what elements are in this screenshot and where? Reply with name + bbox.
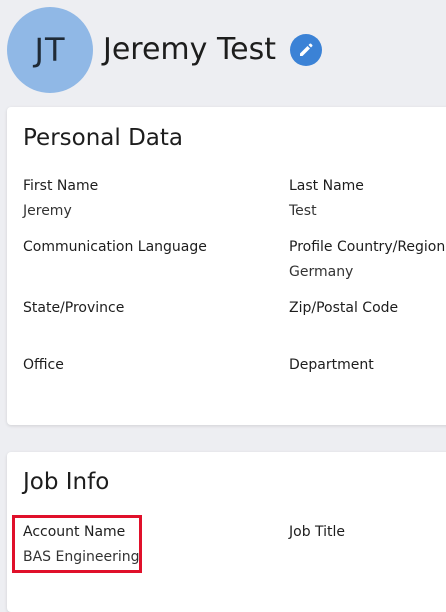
department-label: Department: [289, 357, 374, 373]
last-name-label: Last Name: [289, 178, 364, 194]
zip-postal-code-label: Zip/Postal Code: [289, 300, 399, 316]
avatar: JT: [7, 7, 93, 93]
job-title-label: Job Title: [289, 524, 346, 540]
state-province-label: State/Province: [23, 300, 125, 316]
job-info-card: Job Info Account Name BAS Engineering Jo…: [7, 452, 446, 612]
profile-country-label: Profile Country/Region: [289, 239, 446, 255]
account-name-label: Account Name: [23, 524, 126, 540]
first-name-value: Jeremy: [23, 203, 72, 219]
personal-data-title: Personal Data: [23, 125, 184, 151]
profile-name: Jeremy Test: [103, 32, 277, 67]
first-name-label: First Name: [23, 178, 99, 194]
personal-data-card: Personal Data First Name Jeremy Last Nam…: [7, 107, 446, 425]
pencil-icon: [300, 43, 313, 56]
profile-country-value: Germany: [289, 264, 354, 280]
last-name-value: Test: [289, 203, 317, 219]
account-name-value: BAS Engineering: [23, 549, 140, 565]
office-label: Office: [23, 357, 64, 373]
edit-profile-button[interactable]: [290, 34, 322, 66]
communication-language-label: Communication Language: [23, 239, 207, 255]
profile-header: JT Jeremy Test: [0, 0, 446, 100]
job-info-title: Job Info: [23, 469, 110, 495]
